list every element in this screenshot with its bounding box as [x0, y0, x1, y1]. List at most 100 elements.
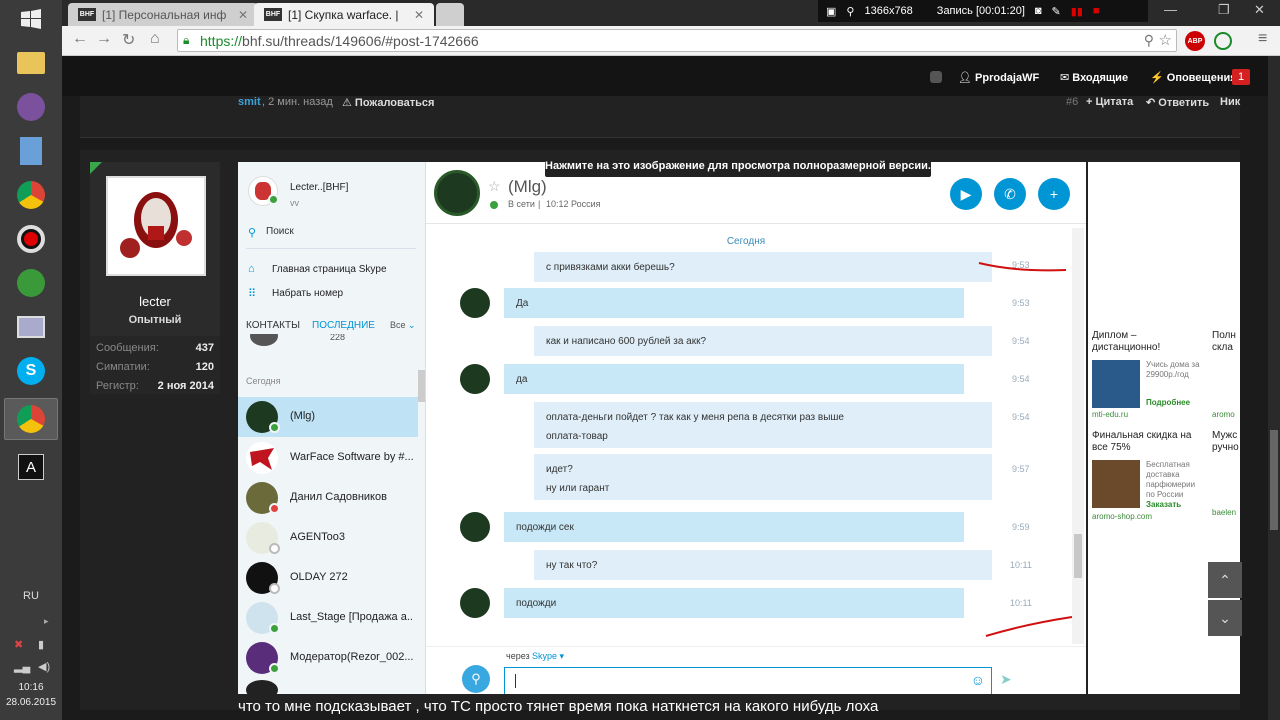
- contact-item[interactable]: Модератор(Rezor_002...: [238, 638, 418, 678]
- viber-icon[interactable]: [4, 86, 58, 128]
- nick-link[interactable]: Ник: [1220, 96, 1240, 108]
- tab-warface[interactable]: BHF [1] Скупка warface. | BHF ✕: [254, 3, 434, 26]
- contact-item[interactable]: OLDAY 272: [238, 558, 418, 598]
- chat-avatar[interactable]: [434, 170, 480, 216]
- chrome-icon[interactable]: [4, 174, 58, 216]
- adblock-icon[interactable]: ABP: [1185, 31, 1205, 51]
- app-a-icon[interactable]: A: [4, 446, 58, 488]
- back-icon[interactable]: ←: [72, 30, 88, 48]
- contact-avatar: [246, 602, 280, 634]
- contact-item[interactable]: WarFace Software by #...: [238, 438, 418, 478]
- pen-icon[interactable]: ✎: [1052, 5, 1061, 18]
- scroll-up-button[interactable]: ⌃: [1208, 562, 1242, 598]
- inbox-link[interactable]: ✉ Входящие: [1060, 71, 1128, 84]
- post-author-link[interactable]: smit: [238, 96, 261, 108]
- skype-home-link[interactable]: Главная страница Skype: [272, 264, 387, 275]
- camera-icon[interactable]: ◙: [1035, 5, 1042, 17]
- message-input[interactable]: ☺: [504, 667, 992, 694]
- bookmark-star-icon[interactable]: ☆: [1159, 31, 1172, 49]
- monitor-icon[interactable]: [4, 306, 58, 348]
- menu-icon[interactable]: ≡: [1258, 30, 1267, 48]
- ad-site[interactable]: aromo-shop.com: [1092, 512, 1152, 521]
- search-icon[interactable]: ⚲: [248, 226, 256, 239]
- page-scroll-thumb[interactable]: [1270, 430, 1278, 530]
- tab-close-icon[interactable]: ✕: [414, 8, 424, 22]
- call-button[interactable]: ✆: [994, 178, 1026, 210]
- url-input[interactable]: 🔒︎ https:// bhf.su/threads/149606/#post-…: [177, 29, 1177, 52]
- my-name[interactable]: Lecter..[BHF]: [290, 182, 348, 193]
- recorder-icon[interactable]: ▣: [826, 5, 836, 18]
- stat-value: 2 ноя 2014: [157, 380, 214, 392]
- contact-item[interactable]: Last_Stage [Продажа а...: [238, 598, 418, 638]
- home-icon[interactable]: ⌂: [150, 30, 160, 48]
- video-call-button[interactable]: ▶: [950, 178, 982, 210]
- calculator-icon[interactable]: [4, 130, 58, 172]
- start-button[interactable]: [4, 0, 58, 38]
- url-zoom-icon[interactable]: ⚲: [1144, 32, 1154, 49]
- dial-link[interactable]: Набрать номер: [272, 288, 343, 299]
- alerts-link[interactable]: ⚡ Оповещения: [1150, 71, 1237, 84]
- attach-button[interactable]: ⚲: [462, 665, 490, 693]
- my-avatar[interactable]: [248, 176, 279, 206]
- contact-item[interactable]: AGENToo3: [238, 518, 418, 558]
- windows-taskbar: S A RU ▸ ✖ ▮ ▂▄ ◀) 10:16 28.06.2015: [0, 0, 62, 720]
- reload-icon[interactable]: ↻: [122, 30, 135, 50]
- tray-expand-icon[interactable]: ▸: [44, 616, 49, 627]
- avatar[interactable]: [106, 176, 206, 276]
- pause-icon[interactable]: ▮▮: [1071, 5, 1083, 18]
- volume-icon[interactable]: ◀): [38, 660, 50, 673]
- tab-close-icon[interactable]: ✕: [238, 8, 248, 22]
- ad-card[interactable]: Финальная скидка на все 75% Бесплатная д…: [1092, 430, 1204, 521]
- sidebar-scrollbar[interactable]: [418, 370, 425, 402]
- skype-screenshot[interactable]: Lecter..[BHF] vv ⚲ Поиск ⌂ Главная стран…: [238, 162, 1086, 694]
- signal-icon[interactable]: ▂▄: [14, 660, 30, 673]
- contact-item[interactable]: (Mlg): [238, 397, 418, 437]
- filter-dropdown[interactable]: Все ⌄: [390, 320, 416, 331]
- clock-time[interactable]: 10:16: [0, 682, 62, 693]
- ad-card[interactable]: Диплом – дистанционно! Учись дома за 299…: [1092, 330, 1204, 419]
- search-label[interactable]: Поиск: [266, 226, 294, 237]
- chrome-active-icon[interactable]: [4, 398, 58, 440]
- language-indicator[interactable]: RU: [0, 590, 62, 602]
- skype-icon[interactable]: S: [4, 350, 58, 392]
- via-dropdown[interactable]: Skype ▾: [532, 651, 564, 662]
- bhf-favicon-icon: BHF: [78, 8, 96, 21]
- emoticon-icon[interactable]: ☺: [971, 672, 985, 688]
- user-name[interactable]: lecter: [90, 294, 220, 309]
- send-icon[interactable]: ➤: [1000, 671, 1012, 688]
- scroll-down-button[interactable]: ⌄: [1208, 600, 1242, 636]
- stop-icon[interactable]: ■: [1093, 5, 1100, 17]
- tab-contacts[interactable]: КОНТАКТЫ: [246, 320, 300, 331]
- new-tab-button[interactable]: [436, 3, 464, 26]
- ad-site[interactable]: mti-edu.ru: [1092, 410, 1128, 419]
- record-icon[interactable]: [4, 218, 58, 260]
- page-scrollbar[interactable]: [1268, 56, 1280, 720]
- post-number[interactable]: #6: [1066, 96, 1078, 108]
- chat-status: В сети: [508, 199, 535, 209]
- zoom-icon[interactable]: ⚲: [846, 5, 854, 18]
- add-people-button[interactable]: +: [1038, 178, 1070, 210]
- contact-item[interactable]: Данил Садовников: [238, 478, 418, 518]
- battery-icon[interactable]: ▮: [38, 638, 44, 651]
- globe-icon[interactable]: [4, 262, 58, 304]
- reply-link[interactable]: ↶ Ответить: [1146, 96, 1209, 109]
- ad-link[interactable]: Подробнее: [1146, 398, 1190, 407]
- status-dot: [269, 623, 280, 634]
- quote-link[interactable]: + Цитата: [1086, 96, 1133, 108]
- forward-icon[interactable]: →: [96, 30, 112, 48]
- report-link[interactable]: ⚠ Пожаловаться: [342, 96, 434, 109]
- ad-link[interactable]: Заказать: [1146, 500, 1181, 509]
- clock-date[interactable]: 28.06.2015: [0, 697, 62, 708]
- close-window-button[interactable]: ✕: [1254, 2, 1265, 18]
- tab-recent[interactable]: ПОСЛЕДНИЕ: [312, 320, 375, 331]
- maximize-button[interactable]: ❐: [1218, 2, 1230, 18]
- tab-personal-info[interactable]: BHF [1] Персональная инфор ✕: [68, 3, 258, 26]
- user-link[interactable]: 👤︎ PprodajaWF: [958, 71, 1039, 84]
- ad-card-cut[interactable]: Полн скла aromo Мужс ручно baelen: [1210, 330, 1240, 520]
- favorite-star-icon[interactable]: ☆: [488, 178, 501, 195]
- extension-icon[interactable]: [1214, 32, 1232, 50]
- explorer-icon[interactable]: [4, 42, 58, 84]
- notify-icon[interactable]: [930, 71, 942, 83]
- network-icon[interactable]: ✖: [14, 638, 23, 651]
- minimize-button[interactable]: —: [1164, 2, 1177, 17]
